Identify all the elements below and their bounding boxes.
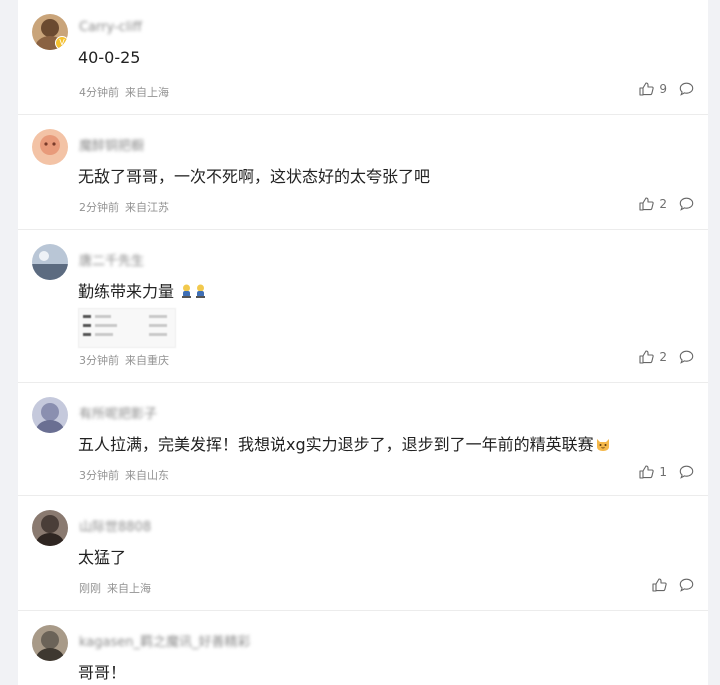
like-button[interactable] [652,578,667,592]
avatar[interactable]: V [32,14,68,50]
verified-badge-icon: V [55,36,68,50]
comment-item: kagasen_羁之魔讯_好善精彩 哥哥！ [18,611,708,685]
like-button[interactable]: 1 [639,465,667,479]
like-button[interactable]: 2 [639,197,667,211]
thumbs-up-icon [639,197,655,211]
thumbs-up-icon [639,82,655,96]
like-count: 2 [659,197,667,211]
comment-meta: 3分钟前 来自重庆 [79,352,169,368]
avatar[interactable] [32,129,68,165]
reply-bubble-icon[interactable] [679,197,694,211]
like-count: 9 [659,82,667,96]
comment-text: 无敌了哥哥，一次不死啊，这状态好的太夸张了吧 [78,167,431,186]
thumbs-up-icon [652,578,667,592]
like-count: 1 [659,465,667,479]
like-button[interactable]: 2 [639,350,667,364]
reply-bubble-icon[interactable] [679,465,694,479]
comment-text: 太猛了 [78,548,127,567]
comment-text-body: 勤练带来力量 [78,282,175,301]
username[interactable]: Carry-cliff [79,20,142,35]
comment-text: 五人拉满，完美发挥！我想说xg实力退步了，退步到了一年前的精英联赛 [78,431,611,455]
comment-text: 勤练带来力量 [78,278,207,302]
comment-actions: 2 [639,350,694,364]
username[interactable]: 山际世8808 [79,516,151,535]
username[interactable]: 唐二千先生 [79,250,144,269]
avatar[interactable] [32,510,68,546]
comment-actions [652,578,694,592]
comment-time: 4分钟前 [79,86,119,99]
strong-arm-emoji-icon [180,284,193,299]
comment-time: 3分钟前 [79,469,119,482]
reply-bubble-icon[interactable] [679,82,694,96]
comment-meta: 2分钟前 来自江苏 [79,199,169,215]
comment-item: 有所呢把影子 五人拉满，完美发挥！我想说xg实力退步了，退步到了一年前的精英联赛… [18,383,708,496]
reply-bubble-icon[interactable] [679,350,694,364]
comment-time: 2分钟前 [79,201,119,214]
like-count: 2 [659,350,667,364]
username[interactable]: kagasen_羁之魔讯_好善精彩 [79,631,251,650]
comment-time: 3分钟前 [79,354,119,367]
comment-text: 哥哥！ [78,663,127,682]
reply-bubble-icon[interactable] [679,578,694,592]
comment-meta: 3分钟前 来自山东 [79,467,169,483]
comment-image-thumbnail[interactable] [78,308,176,348]
strong-arm-emoji-icon [194,284,207,299]
like-button[interactable]: 9 [639,82,667,96]
comment-actions: 9 [639,82,694,96]
comment-item: 唐二千先生 勤练带来力量 3分钟前 来自重庆 2 [18,230,708,383]
comment-list: V Carry-cliff 40-0-25 4分钟前 来自上海 9 魔醉铜把橱 … [18,0,708,685]
avatar[interactable] [32,244,68,280]
comment-actions: 2 [639,197,694,211]
avatar[interactable] [32,625,68,661]
thumbs-up-icon [639,350,655,364]
comment-actions: 1 [639,465,694,479]
comment-location: 来自重庆 [125,354,169,367]
comment-meta: 4分钟前 来自上海 [79,84,169,100]
username[interactable]: 有所呢把影子 [79,403,157,422]
username[interactable]: 魔醉铜把橱 [79,135,144,154]
comment-meta: 刚刚 来自上海 [79,580,151,596]
avatar[interactable] [32,397,68,433]
comment-location: 来自山东 [125,469,169,482]
comment-time: 刚刚 [79,582,101,595]
comment-text-body: 五人拉满，完美发挥！我想说xg实力退步了，退步到了一年前的精英联赛 [78,435,594,454]
comment-item: 魔醉铜把橱 无敌了哥哥，一次不死啊，这状态好的太夸张了吧 2分钟前 来自江苏 2 [18,115,708,230]
comment-location: 来自上海 [107,582,151,595]
comment-text: 40-0-25 [78,48,141,67]
comment-location: 来自江苏 [125,201,169,214]
comment-location: 来自上海 [125,86,169,99]
cat-emoji-icon [595,436,611,452]
comment-item: 山际世8808 太猛了 刚刚 来自上海 [18,496,708,611]
comment-item: V Carry-cliff 40-0-25 4分钟前 来自上海 9 [18,0,708,115]
thumbs-up-icon [639,465,655,479]
